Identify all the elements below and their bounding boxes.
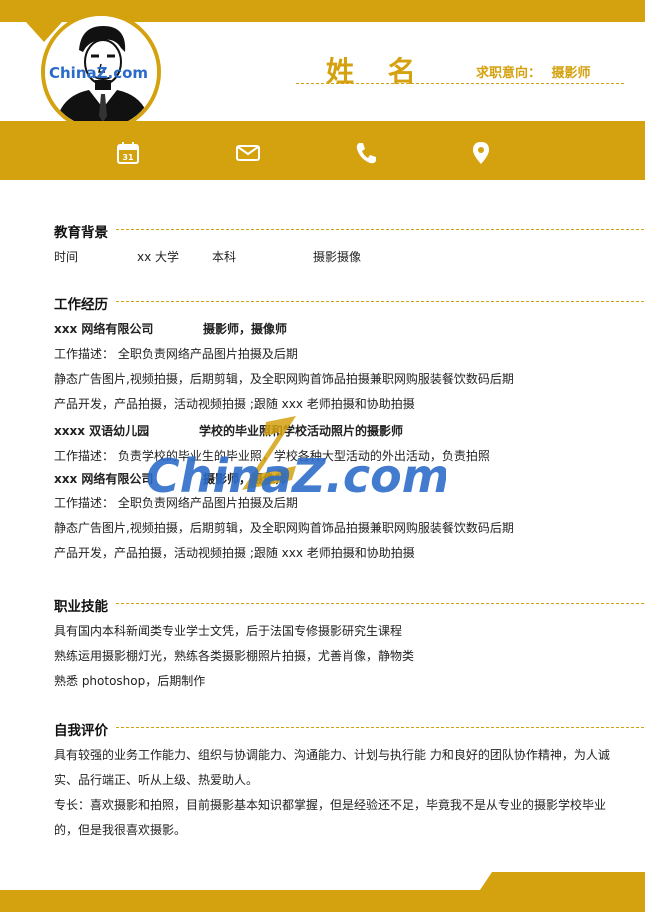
calendar-icon: 31: [117, 142, 139, 164]
work-entry-3-role: 摄影师，摄像师: [203, 472, 288, 486]
education-school: xx 大学: [137, 250, 180, 264]
education-title: 教育背景: [54, 225, 108, 241]
mail-icon: [236, 145, 260, 161]
skills-line-3: 熟悉 photoshop，后期制作: [54, 674, 206, 688]
work-entry-2-company: xxxx 双语幼儿园: [54, 424, 150, 438]
job-intent-value: 摄影师: [551, 66, 591, 81]
work-title: 工作经历: [54, 297, 108, 313]
avatar-logo-text: ChinaZ.com: [49, 64, 149, 82]
avatar: ChinaZ.com: [41, 12, 161, 132]
job-intent: 求职意向： 摄影师: [476, 62, 591, 81]
self-eval-line-4: 的，但是我很喜欢摄影。: [54, 823, 187, 837]
candidate-name: 姓 名: [326, 55, 428, 88]
education-divider: [116, 229, 644, 230]
work-entry-1-role: 摄影师，摄像师: [203, 322, 288, 336]
education-time: 时间: [54, 250, 79, 264]
skills-line-2: 熟练运用摄影棚灯光，熟练各类摄影棚照片拍摄，尤善肖像，静物类: [54, 649, 415, 663]
skills-divider: [116, 603, 644, 604]
bottom-tab: [480, 872, 645, 890]
skills-title: 职业技能: [54, 599, 108, 615]
work-entry-3-company: xxx 网络有限公司: [54, 472, 154, 486]
self-eval-divider: [116, 727, 644, 728]
work-entry-1-line-2: 静态广告图片,视频拍摄，后期剪辑，及全职网购首饰品拍摄兼职网购服装餐饮数码后期: [54, 372, 514, 386]
education-degree: 本科: [212, 250, 237, 264]
work-entry-3-line-3: 产品开发，产品拍摄，活动视频拍摄 ;跟随 xxx 老师拍摄和协助拍摄: [54, 546, 415, 560]
self-eval-line-3: 专长：喜欢摄影和拍照，目前摄影基本知识都掌握，但是经验还不足，毕竟我不是从专业的…: [54, 798, 607, 812]
work-entry-2-role: 学校的毕业照和学校活动照片的摄影师: [199, 424, 404, 438]
phone-icon: [356, 143, 376, 164]
work-entry-1-line-3: 产品开发，产品拍摄，活动视频拍摄 ;跟随 xxx 老师拍摄和协助拍摄: [54, 397, 415, 411]
self-eval-line-2: 实、品行端正、听从上级、热爱助人。: [54, 773, 259, 787]
self-eval-title: 自我评价: [54, 723, 108, 739]
contact-icon-band: 31: [0, 121, 645, 180]
work-entry-3-line-1: 工作描述： 全职负责网络产品图片拍摄及后期: [54, 496, 298, 510]
self-eval-line-1: 具有较强的业务工作能力、组织与协调能力、沟通能力、计划与执行能 力和良好的团队协…: [54, 748, 610, 762]
skills-line-1: 具有国内本科新闻类专业学士文凭，后于法国专修摄影研究生课程: [54, 624, 403, 638]
education-major: 摄影摄像: [313, 250, 362, 264]
work-entry-3-line-2: 静态广告图片,视频拍摄，后期剪辑，及全职网购首饰品拍摄兼职网购服装餐饮数码后期: [54, 521, 514, 535]
calendar-day-text: 31: [122, 153, 134, 162]
work-entry-1-company: xxx 网络有限公司: [54, 322, 154, 336]
work-entry-2-line-1: 工作描述： 负责学校的毕业生的毕业照，学校各种大型活动的外出活动，负责拍照: [54, 449, 490, 463]
location-icon: [473, 142, 489, 164]
work-divider: [116, 301, 644, 302]
job-intent-label: 求职意向：: [476, 66, 542, 81]
work-entry-1-line-1: 工作描述： 全职负责网络产品图片拍摄及后期: [54, 347, 298, 361]
bottom-band: [0, 890, 645, 912]
header-divider: [296, 83, 624, 84]
